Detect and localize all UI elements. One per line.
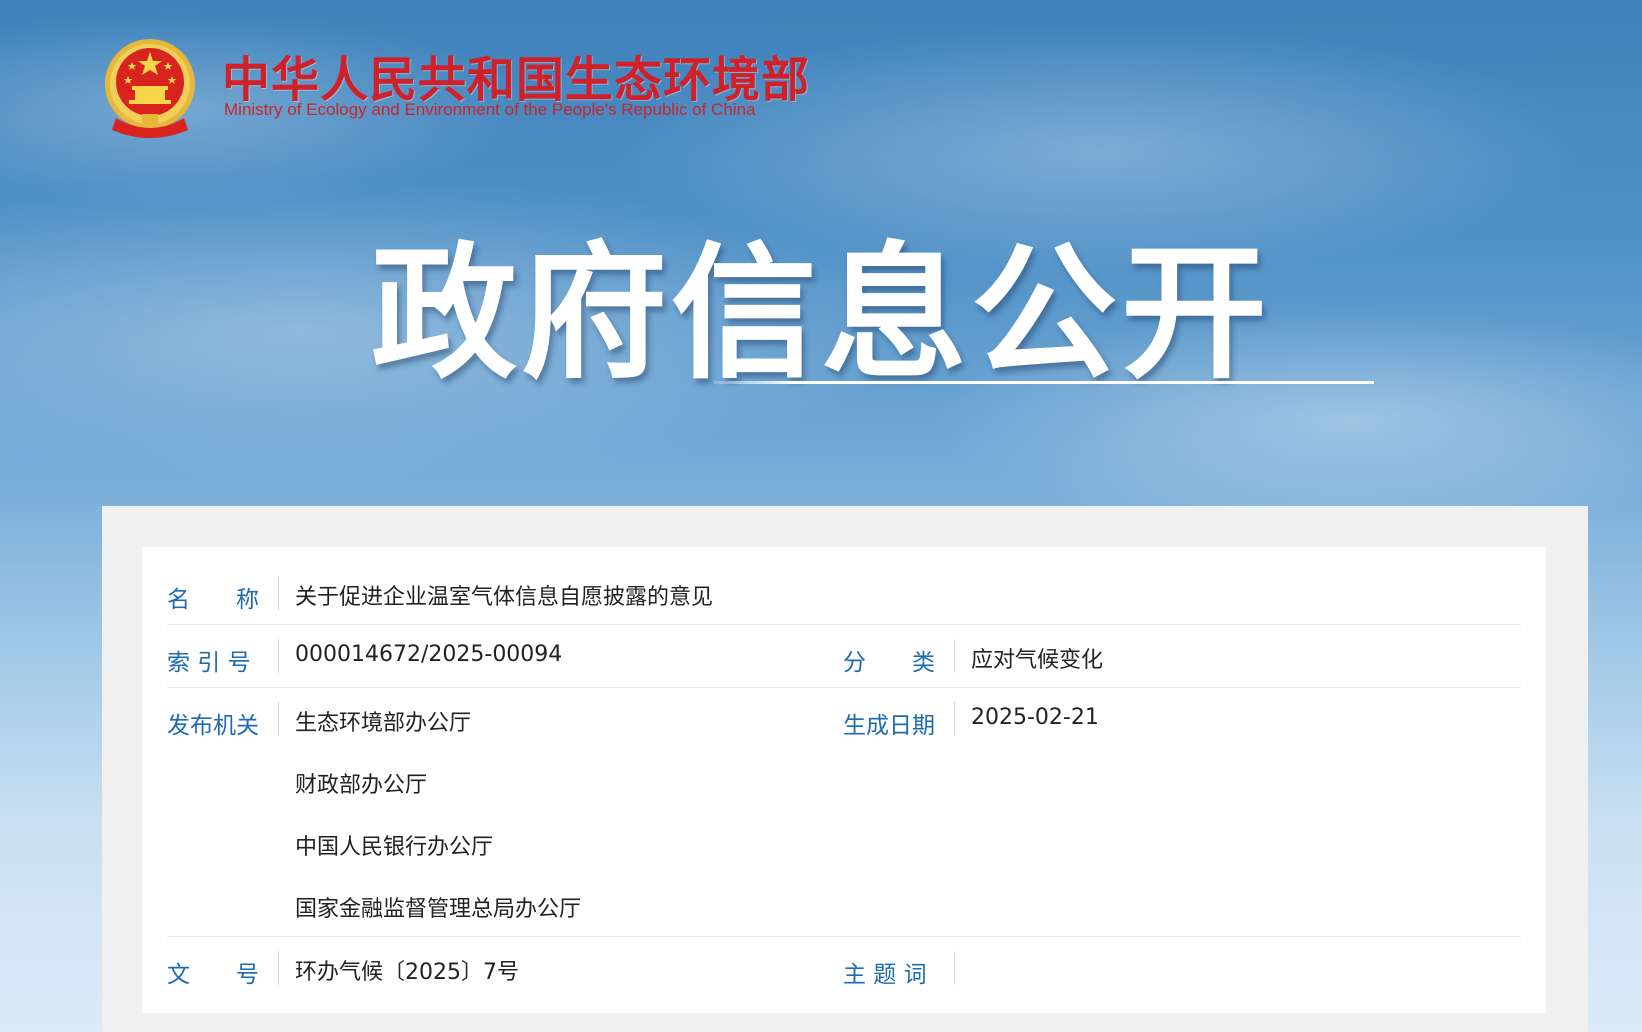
name-label: 名 称 [167, 587, 259, 613]
issuer-item: 财政部办公厅 [295, 773, 428, 798]
row-divider [167, 624, 1521, 625]
keywords-separator [954, 951, 955, 985]
national-emblem-icon [105, 39, 195, 138]
keywords-label: 主 题 词 [843, 962, 927, 988]
hero-underline [714, 381, 1374, 384]
docno-label: 文 号 [167, 962, 259, 988]
issuer-separator [278, 702, 279, 736]
date-value: 2025-02-21 [971, 705, 1099, 730]
date-separator [954, 702, 955, 736]
docno-value: 环办气候〔2025〕7号 [295, 960, 519, 985]
index-separator [278, 639, 279, 673]
hero-title: 政府信息公开 [371, 229, 1271, 399]
docno-separator [278, 951, 279, 985]
issuer-label: 发布机关 [167, 713, 259, 739]
index-label: 索 引 号 [167, 650, 251, 676]
date-label: 生成日期 [843, 713, 935, 739]
name-separator [278, 576, 279, 610]
row-divider [167, 936, 1521, 937]
issuer-item: 国家金融监督管理总局办公厅 [295, 897, 582, 922]
index-value: 000014672/2025-00094 [295, 642, 563, 667]
issuer-item: 中国人民银行办公厅 [295, 835, 494, 860]
name-value: 关于促进企业温室气体信息自愿披露的意见 [295, 585, 714, 610]
category-label: 分 类 [843, 650, 935, 676]
ministry-name-en: Ministry of Ecology and Environment of t… [224, 100, 756, 119]
category-value: 应对气候变化 [971, 648, 1104, 673]
issuer-item: 生态环境部办公厅 [295, 711, 472, 736]
row-divider [167, 687, 1521, 688]
category-separator [954, 639, 955, 673]
